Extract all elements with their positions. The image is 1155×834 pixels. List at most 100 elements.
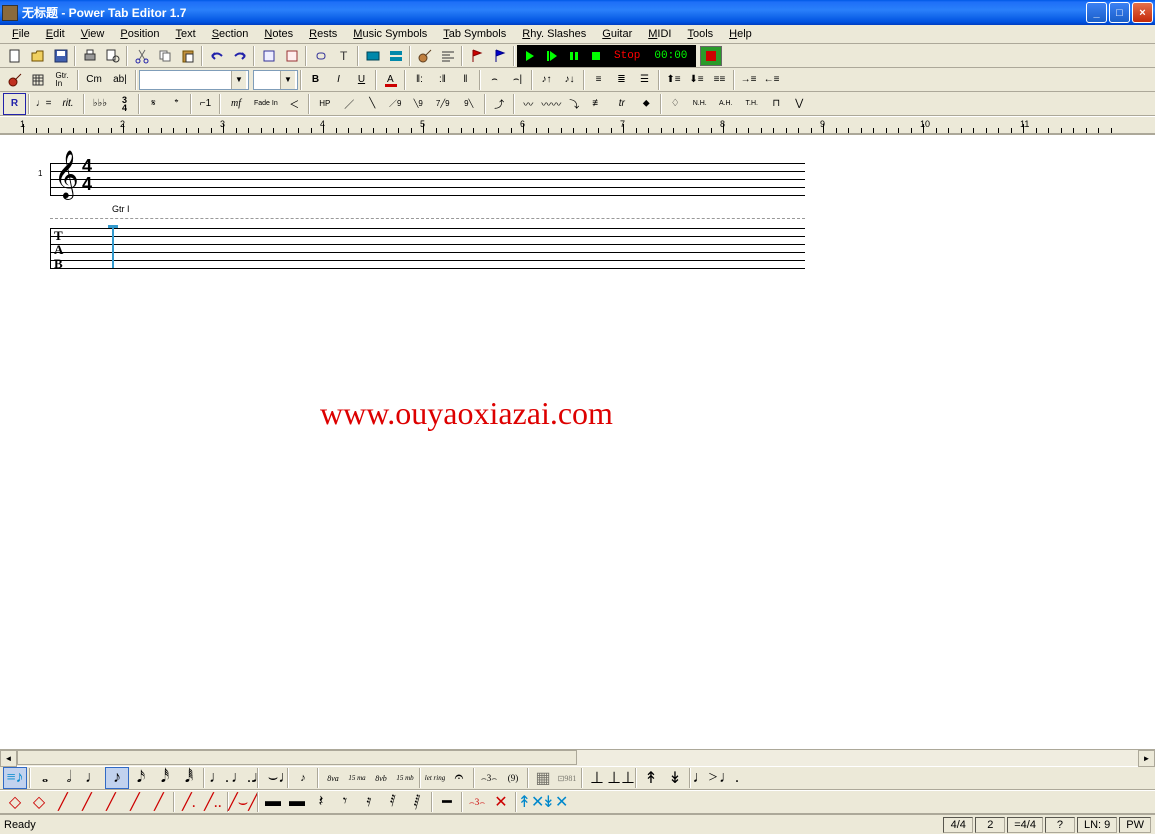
bend-button[interactable]: ⤴ <box>488 93 511 115</box>
vibrato-button[interactable]: 〰 <box>517 93 540 115</box>
undo-button[interactable] <box>205 45 228 67</box>
redo-button[interactable] <box>228 45 251 67</box>
slash-quarter-button[interactable]: ╱ <box>51 791 75 813</box>
fret-pos-button[interactable]: ⊡981 <box>555 767 579 789</box>
sixtyfourth-note-button[interactable]: 𝅘𝅥𝅱 <box>177 767 201 789</box>
menu-help[interactable]: Help <box>721 26 760 42</box>
coda-button[interactable]: 𝄌 <box>165 93 188 115</box>
slash-32-button[interactable]: ╱ <box>123 791 147 813</box>
tremolo-bar-button[interactable]: ⤵ <box>563 93 586 115</box>
menu-tab-symbols[interactable]: Tab Symbols <box>435 26 514 42</box>
ottava-bassa-button[interactable]: 8vb <box>369 767 393 789</box>
multirest-button[interactable]: ━ <box>435 791 459 813</box>
ending-button[interactable]: ⌐1 <box>194 93 217 115</box>
slide-up9-button[interactable]: ／9 <box>384 93 407 115</box>
align-left-button[interactable] <box>436 45 459 67</box>
menu-view[interactable]: View <box>73 26 113 42</box>
slash-sixteenth-button[interactable]: ╱ <box>99 791 123 813</box>
ottava-button[interactable]: 8va <box>321 767 345 789</box>
triplet-button[interactable]: ⌢3⌢ <box>477 767 501 789</box>
menu-music-symbols[interactable]: Music Symbols <box>345 26 435 42</box>
strum-up-button[interactable]: ↟✕ <box>519 791 543 813</box>
slash-dotted-button[interactable]: ╱. <box>177 791 201 813</box>
text-tool-button[interactable]: T <box>332 45 355 67</box>
tie-end-button[interactable]: ⌢| <box>506 69 529 91</box>
thirtysecond-note-button[interactable]: 𝅘𝅥𝅰 <box>153 767 177 789</box>
arpeggio-down-button[interactable]: ↡ <box>663 767 687 789</box>
tool-a-button[interactable] <box>257 45 280 67</box>
menu-notes[interactable]: Notes <box>256 26 301 42</box>
harmonic-nat-button[interactable]: ♢ <box>664 93 687 115</box>
lines-down-button[interactable]: ⬇≡ <box>685 69 708 91</box>
key-flats-button[interactable]: ♭♭♭ <box>87 93 113 115</box>
fermata-button[interactable]: 𝄐 <box>447 767 471 789</box>
scroll-left-button[interactable]: ◄ <box>0 750 17 767</box>
pause-button[interactable] <box>564 47 584 65</box>
whole-note-button[interactable]: 𝅝 <box>33 767 57 789</box>
let-ring-button[interactable]: let ring <box>423 767 447 789</box>
repeat-end-button[interactable]: :‖ <box>431 69 454 91</box>
rest-half-button[interactable]: ▬ <box>285 791 309 813</box>
rest-32-button[interactable]: 𝅀 <box>381 791 405 813</box>
guitar-red-button[interactable] <box>3 69 26 91</box>
half-note-button[interactable]: 𝅗𝅥 <box>57 767 81 789</box>
paste-button[interactable] <box>176 45 199 67</box>
notation-staff[interactable]: 𝄞 4 4 <box>50 155 805 203</box>
chord-grid-button[interactable] <box>26 69 49 91</box>
print-button[interactable] <box>78 45 101 67</box>
beam-1-button[interactable]: ≡ <box>587 69 610 91</box>
text-ab-button[interactable]: ab| <box>107 69 133 91</box>
beam-3-button[interactable]: ☰ <box>633 69 656 91</box>
guitar-button[interactable] <box>413 45 436 67</box>
slash-eighth-button[interactable]: ╱ <box>75 791 99 813</box>
workspace[interactable]: 1 𝄞 4 4 Gtr I T A <box>0 134 1155 749</box>
tool-b-button[interactable] <box>280 45 303 67</box>
wide-vibrato-button[interactable]: 〰〰 <box>540 93 563 115</box>
print-preview-button[interactable] <box>101 45 124 67</box>
harmonic-nh-button[interactable]: N.H. <box>687 93 713 115</box>
menu-section[interactable]: Section <box>204 26 257 42</box>
menu-edit[interactable]: Edit <box>38 26 73 42</box>
menu-tools[interactable]: Tools <box>679 26 721 42</box>
quarter-note-button[interactable]: ♩ <box>81 767 105 789</box>
open-button[interactable] <box>26 45 49 67</box>
segno-button[interactable]: 𝄋 <box>142 93 165 115</box>
indent-dec-button[interactable]: ←≡ <box>760 69 783 91</box>
new-button[interactable] <box>3 45 26 67</box>
tie-over-button[interactable]: ⌢ <box>483 69 506 91</box>
barline-button[interactable]: ‖ <box>454 69 477 91</box>
lines-up-button[interactable]: ⬆≡ <box>662 69 685 91</box>
maximize-button[interactable]: □ <box>1109 2 1130 23</box>
save-button[interactable] <box>49 45 72 67</box>
rest-sixteenth-button[interactable]: 𝄿 <box>357 791 381 813</box>
tremolo-pick-button[interactable]: ≢ <box>586 93 609 115</box>
menu-text[interactable]: Text <box>168 26 204 42</box>
slash-64-button[interactable]: ╱ <box>147 791 171 813</box>
tab-staff[interactable]: Gtr I T A B <box>50 218 805 278</box>
rest-64-button[interactable]: 𝅁 <box>405 791 429 813</box>
menu-position[interactable]: Position <box>112 26 167 42</box>
pick-up-button[interactable]: ⋁ <box>788 93 811 115</box>
slash-mute-button[interactable]: ✕ <box>489 791 513 813</box>
close-button[interactable]: × <box>1132 2 1153 23</box>
stem-down-button[interactable]: ♪↓ <box>558 69 581 91</box>
view-1-button[interactable] <box>361 45 384 67</box>
lines-split-button[interactable]: ≡≡ <box>708 69 731 91</box>
italic-button[interactable]: I <box>327 69 350 91</box>
beam-2-button[interactable]: ≣ <box>610 69 633 91</box>
rest-whole-button[interactable]: ▬ <box>261 791 285 813</box>
slash-half-button[interactable]: ◇ <box>27 791 51 813</box>
menu-file[interactable]: File <box>4 26 38 42</box>
time-sig-button[interactable]: 34 <box>113 93 136 115</box>
repeat-start-button[interactable]: ‖: <box>408 69 431 91</box>
color-button[interactable]: A <box>379 69 402 91</box>
pick-down-button[interactable]: ⊓ <box>765 93 788 115</box>
font-family-select[interactable]: ▼ <box>139 70 249 90</box>
staccato-button[interactable]: ♩. <box>717 767 741 789</box>
minimize-button[interactable]: _ <box>1086 2 1107 23</box>
chord-diagram-button[interactable]: ▦ <box>531 767 555 789</box>
play-from-button[interactable] <box>542 47 562 65</box>
fade-in-button[interactable]: Fade In <box>249 93 283 115</box>
stop-button[interactable] <box>586 47 606 65</box>
show-staff-button[interactable]: ≡♪ <box>3 767 27 789</box>
